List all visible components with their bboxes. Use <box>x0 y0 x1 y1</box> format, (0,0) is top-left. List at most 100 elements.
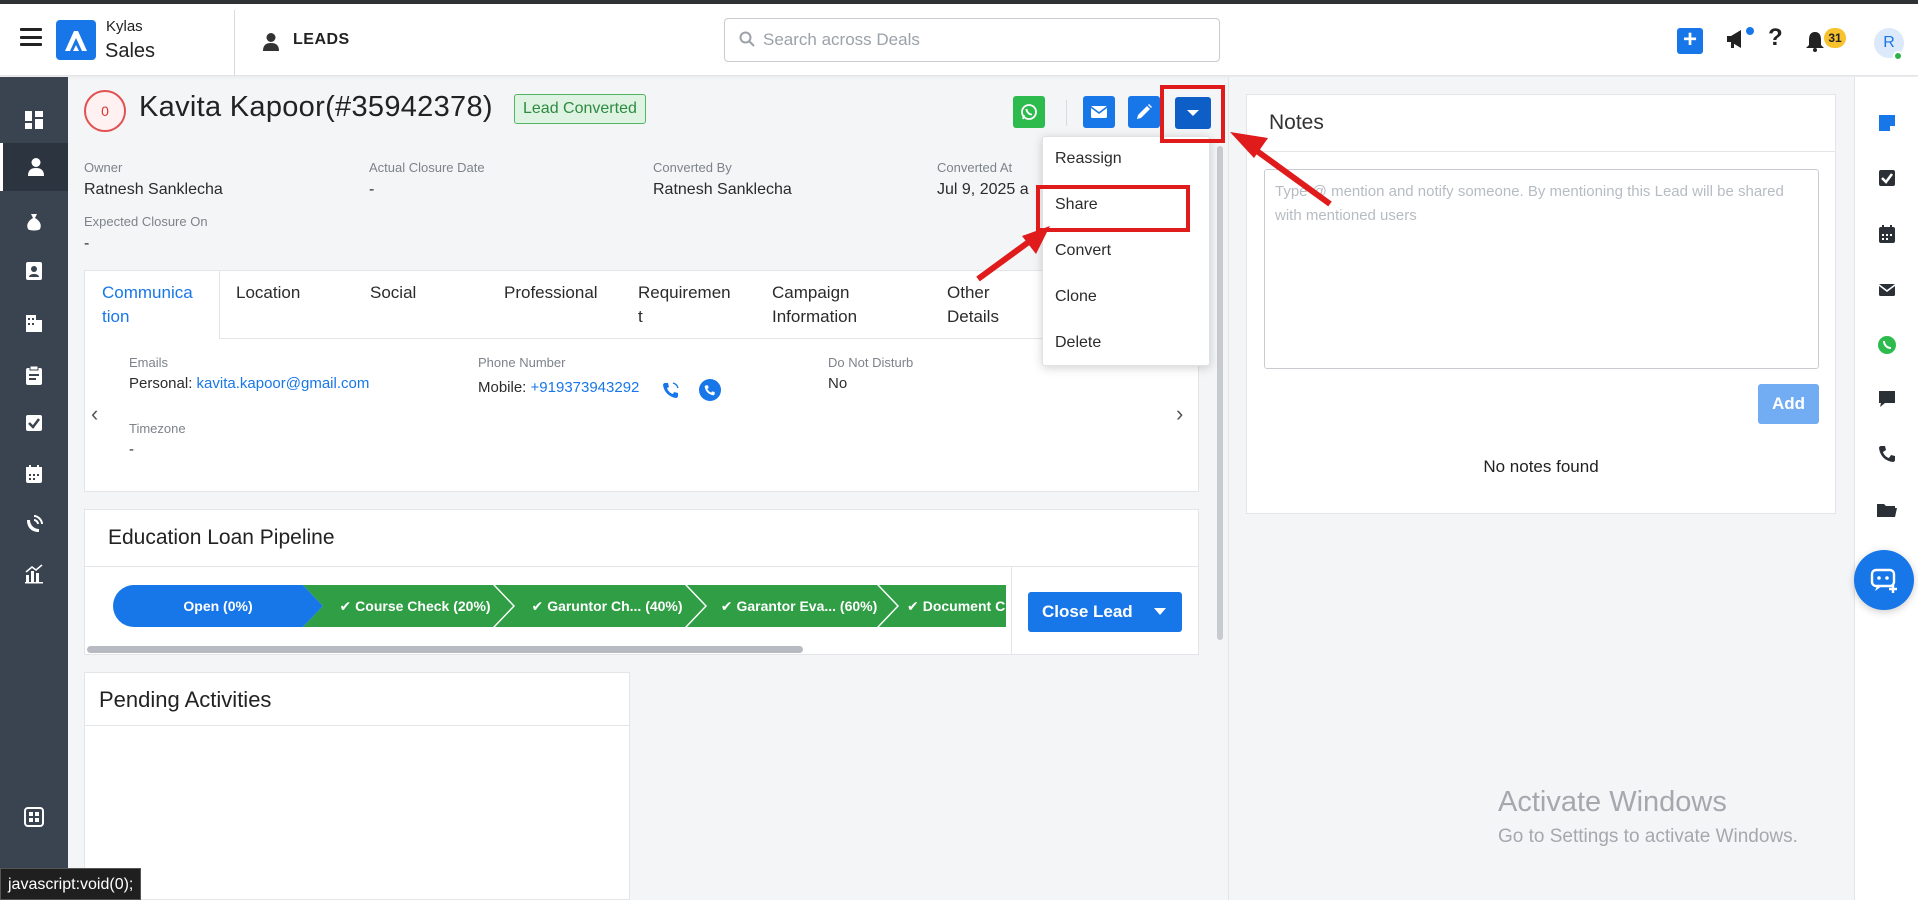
chatbot-button[interactable] <box>1854 550 1914 610</box>
phone-call-icon[interactable] <box>662 381 680 404</box>
kylas-logo[interactable] <box>56 20 96 60</box>
pipeline-horizontal-scrollbar[interactable] <box>87 646 803 653</box>
whatsapp-button[interactable] <box>1013 96 1045 128</box>
pipeline-stage-garantor-evaluation[interactable]: ✔ Garantor Eva... (60%) <box>687 585 897 627</box>
tab-requirement[interactable]: Requiremen t <box>638 281 731 329</box>
add-note-button[interactable]: Add <box>1758 384 1819 424</box>
hamburger-menu-icon[interactable] <box>20 28 42 46</box>
phone-row: Mobile: +919373943292 <box>478 379 640 396</box>
sidebar-item-calls[interactable] <box>0 500 68 548</box>
phone-label: Phone Number <box>478 355 566 370</box>
status-badge: Lead Converted <box>514 94 646 124</box>
menu-item-clone[interactable]: Clone <box>1055 288 1097 306</box>
sidebar-item-tasks[interactable] <box>0 399 68 447</box>
sidebar-item-companies[interactable] <box>0 299 68 347</box>
left-sidebar <box>0 77 68 900</box>
bell-icon[interactable] <box>1804 30 1826 57</box>
expected-closure-label: Expected Closure On <box>84 214 208 229</box>
building-icon <box>26 315 42 332</box>
main-vertical-scrollbar[interactable] <box>1217 146 1223 640</box>
dnd-value: No <box>828 375 848 392</box>
notes-input[interactable] <box>1264 169 1819 369</box>
menu-item-convert[interactable]: Convert <box>1055 242 1111 260</box>
caret-down-icon[interactable] <box>1154 608 1166 615</box>
right-rail <box>1854 77 1918 900</box>
converted-by-value: Ratnesh Sanklecha <box>653 181 792 198</box>
lead-score-badge: 0 <box>84 90 126 132</box>
sidebar-item-reports[interactable] <box>0 550 68 598</box>
sidebar-item-meetings[interactable] <box>0 450 68 498</box>
sidebar-item-quotations[interactable] <box>0 351 68 399</box>
online-status-dot <box>1893 51 1903 61</box>
chevron-right-icon[interactable]: › <box>1176 401 1183 427</box>
converted-at-value: Jul 9, 2025 a <box>937 181 1029 198</box>
sidebar-item-apps[interactable] <box>0 793 68 841</box>
notes-title: Notes <box>1269 111 1324 134</box>
cloud-call-icon[interactable] <box>699 379 721 401</box>
pipeline-stage-course-check[interactable]: ✔ Course Check (20%) <box>303 585 513 627</box>
quick-add-button[interactable]: + <box>1677 28 1703 54</box>
phone-icon[interactable] <box>1875 442 1899 466</box>
checkbox-icon <box>26 415 42 431</box>
annotation-highlight-more-button <box>1160 85 1225 143</box>
more-actions-menu: Reassign Share Convert Clone Delete <box>1042 136 1210 366</box>
folder-icon[interactable] <box>1875 498 1899 522</box>
windows-activation-subtitle: Go to Settings to activate Windows. <box>1498 826 1798 847</box>
pipeline-stage-document-check[interactable]: ✔Document C... <box>879 585 1006 627</box>
email-link[interactable]: kavita.kapoor@gmail.com <box>197 375 370 392</box>
menu-item-delete[interactable]: Delete <box>1055 334 1101 352</box>
timezone-value: - <box>129 441 134 458</box>
envelope-icon[interactable] <box>1875 278 1899 302</box>
phone-link[interactable]: +919373943292 <box>531 379 640 396</box>
pipeline-stages: Open (0%) ✔ Course Check (20%) ✔ Garuntor … <box>113 585 1006 627</box>
converted-by-label: Converted By <box>653 160 732 175</box>
sidebar-item-deals[interactable] <box>0 198 68 246</box>
tab-social[interactable]: Social <box>370 281 416 305</box>
close-lead-button[interactable]: Close Lead <box>1028 592 1182 632</box>
search-input[interactable] <box>763 27 1203 53</box>
sticky-note-icon[interactable] <box>1875 111 1899 135</box>
action-divider <box>1066 100 1067 126</box>
tab-campaign-information[interactable]: Campaign Information <box>772 281 857 329</box>
chevron-left-icon[interactable]: ‹ <box>91 401 98 427</box>
tab-professional[interactable]: Professional <box>504 281 598 305</box>
module-title: LEADS <box>293 31 350 48</box>
money-bag-icon <box>27 214 41 231</box>
bar-chart-icon <box>25 564 43 584</box>
details-tabs-card: Communica tion Location Social Profession… <box>84 270 1199 492</box>
sidebar-item-dashboard[interactable] <box>0 96 68 144</box>
tab-other-details[interactable]: Other Details <box>947 281 999 329</box>
satellite-dish-icon <box>27 515 43 532</box>
tab-location[interactable]: Location <box>236 281 300 305</box>
brand-name: Kylas <box>106 18 143 35</box>
whatsapp-icon[interactable] <box>1875 333 1899 357</box>
clipboard-icon <box>26 365 42 385</box>
notification-count-badge: 31 <box>1824 28 1846 48</box>
announcement-dot <box>1746 27 1754 35</box>
check-circle-icon: ✔ <box>907 597 919 614</box>
owner-value: Ratnesh Sanklecha <box>84 181 223 198</box>
task-checkbox-icon[interactable] <box>1875 166 1899 190</box>
menu-item-reassign[interactable]: Reassign <box>1055 150 1122 168</box>
email-button[interactable] <box>1083 96 1115 128</box>
tab-communication[interactable]: Communica tion <box>102 281 193 329</box>
pipeline-stage-garuntor-check[interactable]: ✔ Garuntor Ch... (40%) <box>495 585 705 627</box>
contact-book-icon <box>26 262 42 280</box>
calendar-icon[interactable] <box>1875 222 1899 246</box>
email-row: Personal: kavita.kapoor@gmail.com <box>129 375 370 392</box>
user-icon <box>27 158 44 176</box>
help-icon[interactable]: ? <box>1768 24 1783 52</box>
sidebar-item-leads[interactable] <box>0 143 68 191</box>
calendar-icon <box>26 465 42 483</box>
pipeline-stage-open[interactable]: Open (0%) <box>113 585 323 627</box>
check-circle-icon: ✔ <box>531 597 544 614</box>
whatsapp-icon <box>1021 104 1037 120</box>
tab-bar: Communica tion Location Social Profession… <box>85 271 1198 339</box>
chatbot-icon <box>1870 568 1897 593</box>
sidebar-item-contacts[interactable] <box>0 247 68 295</box>
global-search[interactable] <box>724 18 1220 62</box>
chat-bubble-icon[interactable] <box>1875 387 1899 411</box>
actual-closure-value: - <box>369 181 375 198</box>
notes-card: Notes Add No notes found <box>1246 94 1836 514</box>
edit-button[interactable] <box>1128 96 1160 128</box>
